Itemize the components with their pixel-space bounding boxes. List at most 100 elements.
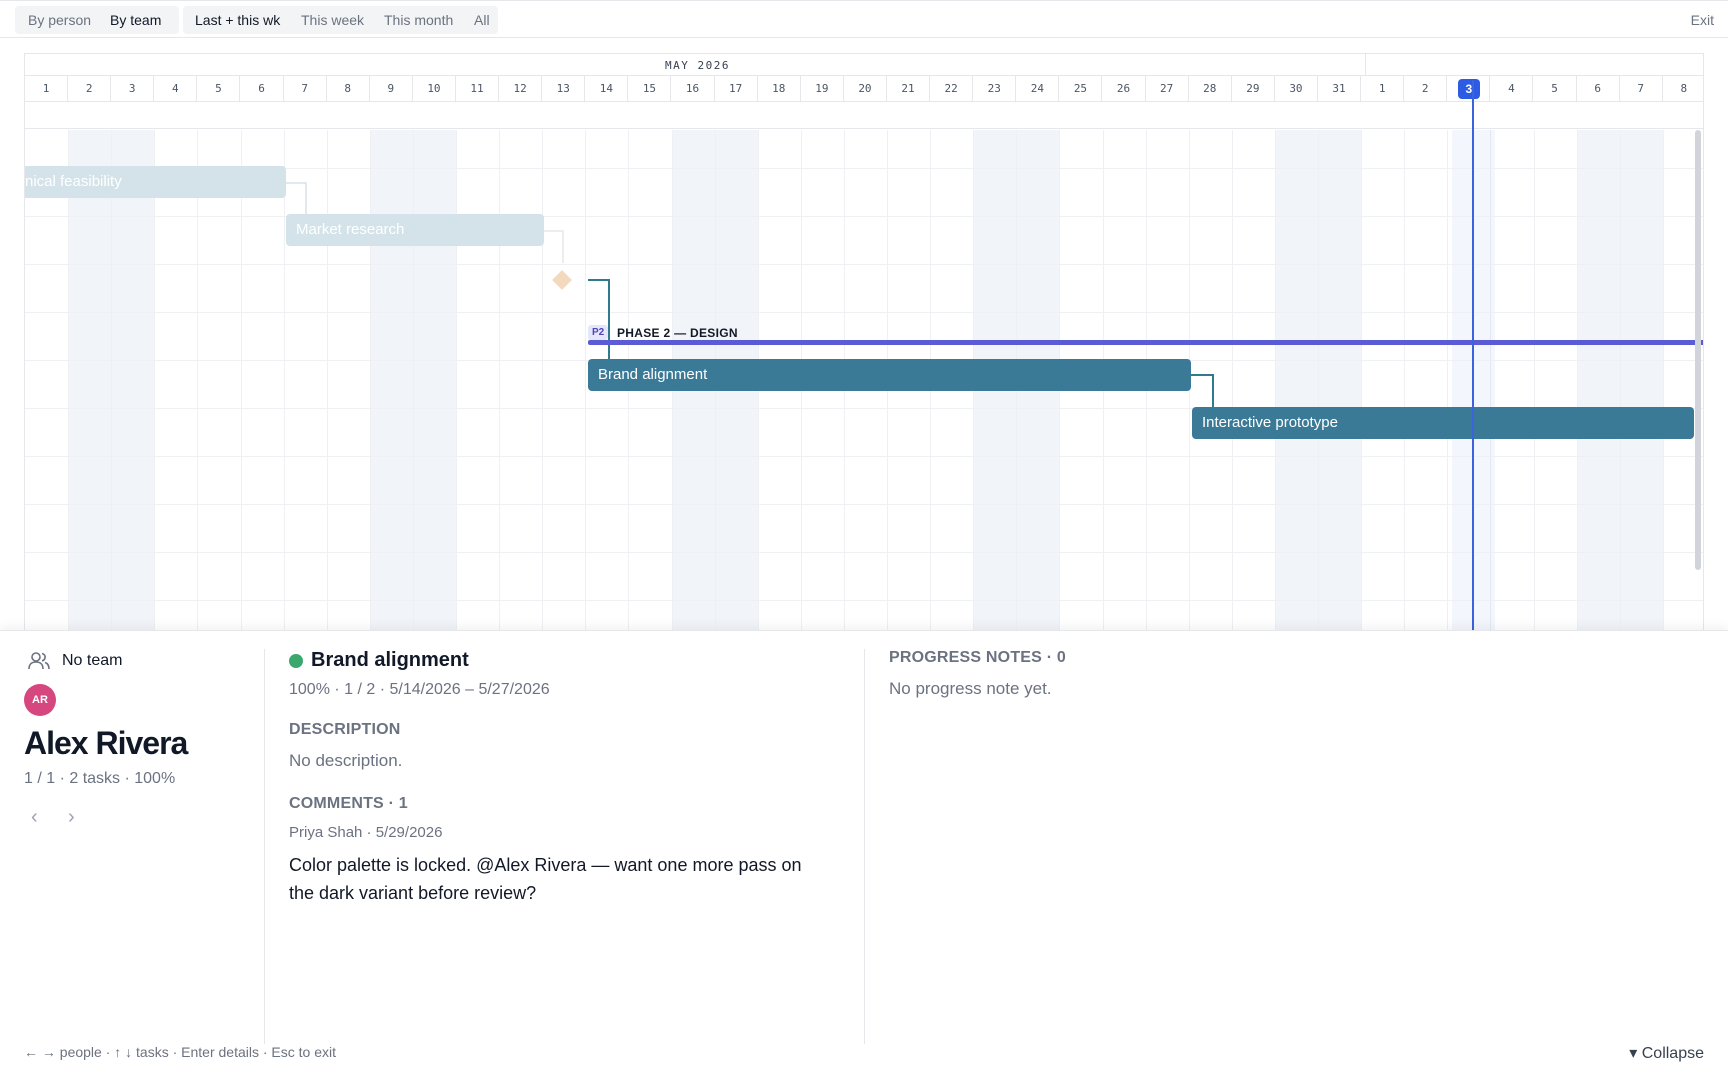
day-label: 16 [685, 82, 700, 95]
team-row: No team [28, 651, 122, 671]
day-cell: 6 [241, 76, 284, 102]
day-label: 18 [772, 82, 786, 95]
day-cell: 7 [284, 76, 327, 102]
phase-bar [588, 340, 1703, 345]
day-cell: 7 [1620, 76, 1663, 102]
column-divider [264, 649, 265, 1044]
avatar: AR [24, 684, 56, 716]
day-label: 6 [1594, 82, 1601, 95]
day-label: 31 [1332, 82, 1346, 95]
day-cell: 16 [672, 76, 715, 102]
day-cell: 12 [499, 76, 543, 102]
day-cell: 2 [1404, 76, 1448, 102]
day-label: 30 [1289, 82, 1303, 95]
comments-label: COMMENTS · 1 [289, 795, 408, 812]
day-label: 8 [1680, 82, 1688, 95]
dependency-research-to-milestone [544, 230, 564, 263]
day-label: 12 [513, 82, 527, 95]
day-label: 7 [301, 82, 308, 95]
day-label: 26 [1116, 82, 1131, 95]
task-bar-interactive-prototype[interactable]: Interactive prototype [1192, 407, 1694, 439]
dependency-brand-to-prototype [1191, 374, 1214, 411]
day-cell: 6 [1577, 76, 1620, 102]
today-marker-line [1472, 80, 1474, 631]
day-header: 1 2 3 4 5 6 7 8 9 10 11 12 13 14 15 16 17 18 19 20 21 22 23 24 2… [25, 76, 1703, 102]
day-label: 13 [556, 82, 570, 95]
day-cell: 18 [758, 76, 801, 102]
description-label: DESCRIPTION [289, 721, 401, 738]
day-label: 14 [599, 82, 613, 95]
day-cell: 9 [370, 76, 413, 102]
day-cell: 2 [68, 76, 112, 102]
comment-body: Color palette is locked. @Alex Rivera — … [289, 855, 802, 903]
day-label: 1 [42, 82, 50, 95]
day-cell: 3 [111, 76, 155, 102]
team-label: No team [62, 652, 123, 669]
day-cell: 25 [1059, 76, 1103, 102]
day-label: 25 [1073, 82, 1088, 95]
day-label: 28 [1203, 82, 1217, 95]
today-badge: 3 [1457, 79, 1480, 99]
day-label: 24 [1030, 82, 1044, 95]
day-label: 15 [642, 82, 657, 95]
day-cell: 13 [542, 76, 586, 102]
progress-notes-label: PROGRESS NOTES · 0 [889, 649, 1066, 666]
day-cell: 29 [1232, 76, 1275, 102]
day-label: 20 [858, 82, 872, 95]
day-cell: 8 [327, 76, 370, 102]
exit-button[interactable]: Exit [1691, 12, 1714, 28]
day-cell: 4 [154, 76, 198, 102]
column-divider [864, 649, 865, 1044]
day-cell: 28 [1189, 76, 1232, 102]
day-label: 8 [344, 82, 352, 95]
range-this-month[interactable]: This month [384, 12, 453, 28]
dependency-milestone-to-brand [588, 279, 610, 362]
day-label: 22 [944, 82, 958, 95]
task-meta: 100% · 1 / 2 · 5/14/2026 – 5/27/2026 [289, 681, 550, 698]
day-label: 1 [1378, 82, 1386, 95]
day-label: 6 [258, 82, 265, 95]
day-label: 29 [1246, 82, 1260, 95]
collapse-button[interactable]: ▾ Collapse [1629, 1043, 1704, 1063]
task-bar-technical-feasibility[interactable]: nical feasibility [25, 166, 286, 198]
day-cell: 15 [628, 76, 672, 102]
day-label: 9 [387, 82, 395, 95]
day-cell: 1 [25, 76, 69, 102]
day-label: 23 [987, 82, 1001, 95]
task-bar-market-research[interactable]: Market research [286, 214, 544, 246]
by-person-tab[interactable]: By person [28, 12, 91, 28]
description-text: No description. [289, 751, 403, 770]
task-bar-brand-alignment[interactable]: Brand alignment [588, 359, 1191, 391]
day-cell: 21 [887, 76, 931, 102]
day-cell: 24 [1016, 76, 1060, 102]
day-label: 3 [128, 82, 136, 95]
day-cell: 26 [1103, 76, 1146, 102]
day-label: 2 [1421, 82, 1429, 95]
day-cell: 1 [1361, 76, 1405, 102]
next-person-button[interactable]: › [68, 806, 75, 829]
day-cell: 20 [844, 76, 887, 102]
range-this-week[interactable]: This week [301, 12, 364, 28]
day-cell: 14 [585, 76, 629, 102]
dependency-feasibility-to-research [286, 182, 307, 215]
range-all[interactable]: All [474, 12, 490, 28]
previous-person-button[interactable]: ‹ [31, 806, 38, 829]
day-label: 2 [85, 82, 93, 95]
range-last-this-week[interactable]: Last + this wk [195, 12, 280, 28]
day-label: 21 [901, 82, 915, 95]
by-team-tab[interactable]: By team [110, 12, 161, 28]
day-cell: 22 [930, 76, 974, 102]
day-cell: 5 [1534, 76, 1577, 102]
day-label: 17 [729, 82, 743, 95]
day-label: 27 [1160, 82, 1174, 95]
day-cell: 30 [1275, 76, 1318, 102]
status-dot [289, 653, 303, 668]
gantt-chart: MAY 2026 1 2 3 4 5 6 7 8 9 10 11 12 13 14 15 16 17 18 19 20… [24, 53, 1704, 631]
day-label: 5 [1551, 82, 1558, 95]
view-toolbar: By person By team Last + this wk This we… [0, 0, 1728, 38]
comment-author: Priya Shah · 5/29/2026 [289, 824, 443, 841]
gantt-scrollbar[interactable] [1695, 130, 1701, 570]
day-label: 11 [470, 82, 484, 95]
progress-notes-empty: No progress note yet. [889, 679, 1052, 698]
day-label: 10 [427, 82, 441, 95]
